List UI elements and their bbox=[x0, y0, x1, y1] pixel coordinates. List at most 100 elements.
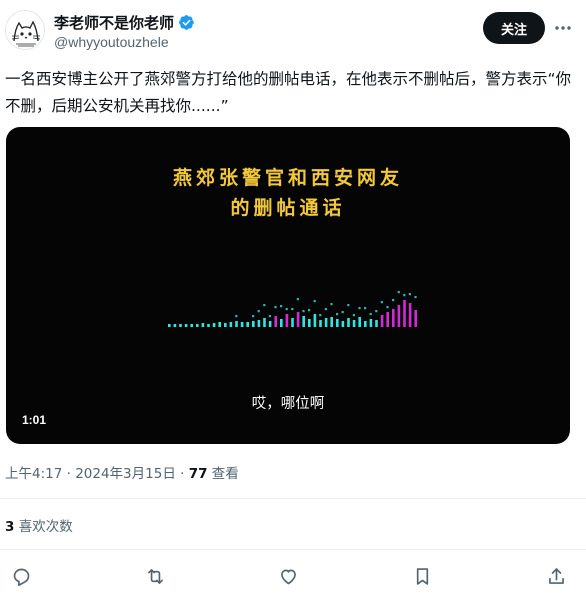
more-horizontal-icon bbox=[555, 26, 571, 30]
waveform-bar bbox=[218, 322, 221, 327]
user-handle[interactable]: @whyyoutouzhele bbox=[54, 34, 169, 50]
waveform-peak-dot bbox=[235, 315, 238, 318]
waveform-bar bbox=[291, 318, 294, 327]
waveform-bar bbox=[168, 324, 171, 327]
like-icon bbox=[280, 569, 296, 584]
avatar[interactable] bbox=[5, 10, 45, 50]
waveform-bar bbox=[224, 323, 227, 327]
waveform-bar bbox=[173, 324, 177, 327]
waveform-peak-dot bbox=[257, 310, 260, 313]
waveform-bar bbox=[336, 319, 339, 327]
waveform-bar bbox=[257, 320, 261, 327]
retweet-icon bbox=[147, 568, 163, 584]
waveform-peak-dot bbox=[296, 298, 299, 301]
more-options-button[interactable] bbox=[551, 16, 575, 40]
waveform-peak-dot bbox=[263, 304, 266, 307]
waveform-peak-dot bbox=[324, 308, 327, 311]
waveform-bar bbox=[386, 312, 389, 327]
reply-button[interactable] bbox=[8, 563, 34, 589]
waveform-bar bbox=[408, 303, 412, 327]
waveform-peak-dot bbox=[414, 296, 417, 299]
waveform-bar bbox=[403, 300, 406, 327]
reply-icon bbox=[13, 568, 29, 586]
action-bar bbox=[0, 556, 586, 596]
video-subtitle: 哎，哪位啊 bbox=[251, 396, 325, 412]
like-button[interactable] bbox=[275, 563, 301, 589]
waveform-bar bbox=[252, 321, 255, 327]
waveform-bar bbox=[414, 310, 417, 327]
waveform-bar bbox=[397, 305, 401, 327]
waveform-bar bbox=[201, 323, 205, 327]
waveform-peak-dot bbox=[403, 294, 406, 297]
waveform-bar bbox=[308, 319, 311, 327]
waveform-peak-dot bbox=[252, 315, 255, 318]
display-name[interactable]: 李老师不是你老师 bbox=[54, 12, 174, 33]
waveform-bar bbox=[330, 317, 333, 327]
waveform-peak-dot bbox=[336, 313, 339, 316]
waveform-peak-dot bbox=[268, 315, 271, 318]
views-count: 77 bbox=[188, 466, 208, 482]
views-label: 查看 bbox=[207, 466, 239, 482]
waveform-peak-dot bbox=[302, 310, 305, 313]
waveform-peak-dot bbox=[330, 303, 333, 306]
bookmark-button[interactable] bbox=[409, 563, 435, 589]
waveform-bar bbox=[341, 321, 345, 327]
waveform-peak-dot bbox=[347, 304, 350, 307]
waveform-bar bbox=[302, 316, 305, 327]
waveform-peak-dot bbox=[386, 306, 389, 309]
waveform-bar bbox=[392, 309, 395, 327]
waveform-peak-dot bbox=[280, 305, 283, 308]
waveform-bar bbox=[280, 319, 283, 327]
waveform-peak-dot bbox=[285, 308, 288, 311]
audio-waveform bbox=[168, 291, 417, 327]
waveform-bar bbox=[358, 317, 361, 327]
waveform-bar bbox=[313, 314, 317, 327]
divider bbox=[0, 498, 586, 499]
tweet-meta: 上午4:17 · 2024年3月15日 · 77 查看 bbox=[5, 462, 239, 482]
share-button[interactable] bbox=[543, 563, 569, 589]
waveform-bar bbox=[369, 319, 373, 327]
video-title: 燕郊张警官和西安网友 的删帖通话 bbox=[6, 163, 570, 223]
waveform-bar bbox=[184, 324, 188, 327]
name-row: 李老师不是你老师 bbox=[54, 12, 195, 33]
follow-button[interactable]: 关注 bbox=[483, 12, 545, 44]
waveform-peak-dot bbox=[358, 307, 361, 310]
waveform-bar bbox=[380, 315, 384, 327]
share-icon bbox=[548, 567, 564, 584]
waveform-bar bbox=[347, 318, 350, 327]
video-title-line-1: 燕郊张警官和西安网友 bbox=[172, 167, 403, 189]
likes-summary[interactable]: 3 喜欢次数 bbox=[5, 515, 73, 535]
waveform-peak-dot bbox=[352, 314, 355, 317]
waveform-peak-dot bbox=[392, 299, 395, 302]
waveform-bar bbox=[285, 314, 289, 327]
waveform-peak-dot bbox=[364, 307, 367, 310]
video-duration: 1:01 bbox=[22, 413, 47, 427]
waveform-peak-dot bbox=[319, 314, 322, 317]
waveform-peak-dot bbox=[308, 309, 311, 312]
cat-sketch-icon bbox=[11, 20, 41, 47]
waveform-bar bbox=[235, 321, 238, 327]
waveform-bar bbox=[246, 322, 249, 327]
video-player[interactable]: 燕郊张警官和西安网友 的删帖通话 哎，哪位啊 1:01 bbox=[6, 127, 570, 444]
waveform-bar bbox=[352, 320, 356, 327]
waveform-bar bbox=[324, 318, 328, 327]
waveform-bar bbox=[268, 321, 272, 327]
waveform-bar bbox=[179, 324, 182, 327]
waveform-peak-dot bbox=[375, 310, 378, 313]
waveform-bar bbox=[375, 320, 378, 327]
retweet-button[interactable] bbox=[142, 563, 168, 589]
tweet-timestamp[interactable]: 上午4:17 · 2024年3月15日 · bbox=[5, 466, 189, 482]
verified-badge-icon[interactable] bbox=[178, 14, 195, 31]
waveform-peak-dot bbox=[408, 293, 411, 296]
waveform-bar bbox=[240, 322, 244, 327]
waveform-peak-dot bbox=[313, 300, 316, 303]
waveform-bar bbox=[207, 324, 210, 327]
waveform-peak-dot bbox=[291, 308, 294, 311]
likes-count: 3 bbox=[5, 519, 15, 535]
waveform-bar bbox=[274, 316, 277, 327]
tweet-header: 李老师不是你老师 @whyyoutouzhele 关注 bbox=[0, 0, 586, 62]
waveform-bar bbox=[212, 323, 216, 327]
waveform-bar bbox=[296, 312, 300, 327]
waveform-peak-dot bbox=[341, 311, 344, 314]
waveform-bar bbox=[319, 320, 322, 327]
